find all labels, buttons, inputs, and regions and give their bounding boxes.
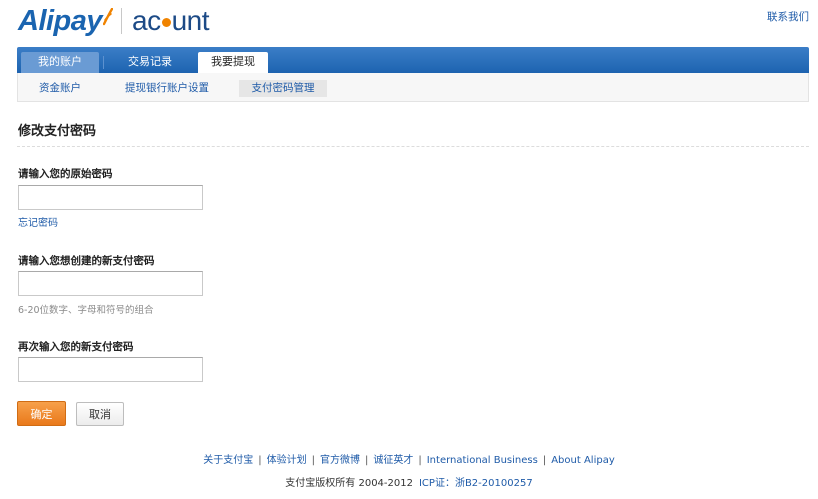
logo-divider [121,8,123,34]
page-title: 修改支付密码 [18,124,97,139]
tab-divider [103,56,104,69]
password-rule-hint: 6-20位数字、字母和符号的组合 [18,305,154,316]
tab-my-account[interactable]: 我的账户 [21,52,99,73]
title-divider [17,146,809,147]
footer-separator: | [542,455,547,466]
footer-separator: | [258,455,262,466]
footer-link-international[interactable]: International Business [427,455,538,466]
main-tab-bar: 我的账户 交易记录 我要提现 [17,47,809,73]
confirm-password-input[interactable] [18,357,203,382]
new-password-label: 请输入您想创建的新支付密码 [18,255,155,267]
confirm-button[interactable]: 确定 [17,401,66,426]
logo-account-suffix: unt [171,5,210,36]
subnav-bank-account-settings[interactable]: 提现银行账户设置 [122,80,212,97]
contact-us-link[interactable]: 联系我们 [767,9,809,24]
logo-account-prefix: ac [132,5,161,36]
footer-link-weibo[interactable]: 官方微博 [320,455,360,466]
original-password-label: 请输入您的原始密码 [18,168,113,180]
subnav-payment-password[interactable]: 支付密码管理 [239,80,327,97]
tab-transactions[interactable]: 交易记录 [107,52,193,73]
sub-navigation: 资金账户 提现银行账户设置 支付密码管理 [17,73,809,102]
cancel-button[interactable]: 取消 [76,402,124,426]
copyright: 支付宝版权所有 2004-2012 ICP证：浙B2-20100257 [0,474,818,489]
forgot-password-link[interactable]: 忘记密码 [18,214,58,229]
confirm-password-label: 再次输入您的新支付密码 [18,341,134,353]
copyright-text: 支付宝版权所有 2004-2012 [285,478,413,489]
logo-alipay-text: Alipay [18,4,103,37]
footer-links: 关于支付宝 | 体验计划 | 官方微博 | 诚征英才 | International Busin… [0,451,818,466]
icp-license[interactable]: ICP证：浙B2-20100257 [419,478,533,489]
subnav-funds-account[interactable]: 资金账户 [32,80,88,97]
logo-dot-icon [161,17,171,27]
footer-separator: | [311,455,315,466]
footer-separator: | [364,455,369,466]
new-password-input[interactable] [18,271,203,296]
logo-swoosh-icon [103,8,114,26]
footer-link-experience-plan[interactable]: 体验计划 [267,455,307,466]
original-password-input[interactable] [18,185,203,210]
alipay-account-logo[interactable]: Alipay ac unt [18,3,210,39]
footer-separator: | [418,455,422,466]
footer-link-careers[interactable]: 诚征英才 [373,455,413,466]
footer-link-about[interactable]: 关于支付宝 [203,455,253,466]
logo-account-wordmark: ac unt [132,5,210,37]
header: Alipay ac unt 联系我们 [0,0,818,44]
footer-link-about-alipay[interactable]: About Alipay [551,455,615,466]
tab-withdraw[interactable]: 我要提现 [198,52,268,73]
